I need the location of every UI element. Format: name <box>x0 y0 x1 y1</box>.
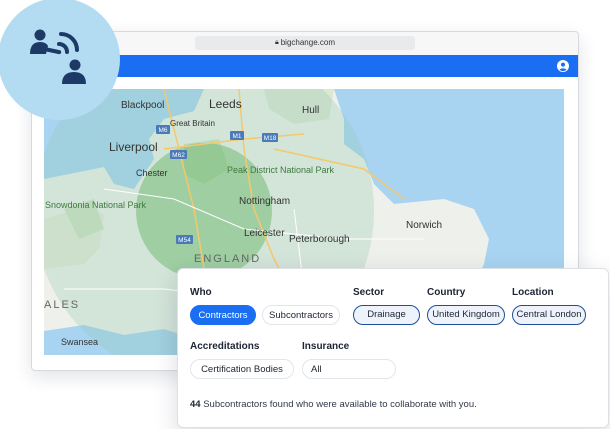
place-label: Great Britain <box>170 119 215 128</box>
country-label: Country <box>427 287 466 298</box>
url-text: bigchange.com <box>280 38 335 47</box>
url-bar[interactable]: 🔒︎ bigchange.com <box>195 36 415 50</box>
lock-icon: 🔒︎ <box>275 39 279 46</box>
place-label: Leeds <box>209 97 242 111</box>
sector-drainage-chip[interactable]: Drainage <box>353 305 420 325</box>
road-shield-label: M6 <box>158 127 167 134</box>
place-label: Peterborough <box>289 234 350 245</box>
place-label: Hull <box>302 105 319 116</box>
place-label: Norwich <box>406 220 442 231</box>
accreditations-label: Accreditations <box>190 341 260 352</box>
collaboration-badge <box>0 0 120 120</box>
user-account-icon[interactable] <box>557 60 569 72</box>
place-label: Leicester <box>244 228 285 239</box>
sector-label: Sector <box>353 287 385 298</box>
accreditations-chip[interactable]: Certification Bodies <box>190 359 294 379</box>
filter-panel: Who Contractors Subcontractors Sector Dr… <box>177 268 609 428</box>
who-contractors-chip[interactable]: Contractors <box>190 305 256 325</box>
place-label: Peak District National Park <box>227 165 335 175</box>
insurance-chip[interactable]: All <box>302 359 396 379</box>
location-label: Location <box>512 287 554 298</box>
insurance-label: Insurance <box>302 341 350 352</box>
country-uk-chip[interactable]: United Kingdom <box>427 305 505 325</box>
place-label: Nottingham <box>239 196 290 207</box>
place-label: Snowdonia National Park <box>45 200 147 210</box>
road-shield-label: M1 <box>232 133 241 140</box>
location-central-london-chip[interactable]: Central London <box>512 305 586 325</box>
road-shield-label: M18 <box>264 135 277 142</box>
who-label: Who <box>190 287 212 298</box>
contractors-collaboration-icon <box>30 29 86 84</box>
results-count: 44 <box>190 399 201 410</box>
place-label: Chester <box>136 168 168 178</box>
place-label: Liverpool <box>109 140 158 154</box>
place-label: ENGLAND <box>194 253 261 265</box>
who-subcontractors-chip[interactable]: Subcontractors <box>262 305 340 325</box>
road-shield-label: M54 <box>178 237 191 244</box>
results-text: Subcontractors found who were available … <box>203 399 477 410</box>
results-summary: 44 Subcontractors found who were availab… <box>190 399 477 410</box>
place-label: Blackpool <box>121 100 164 111</box>
road-shield-label: M62 <box>172 152 185 159</box>
place-label: ALES <box>44 299 80 311</box>
place-label: Swansea <box>61 337 98 347</box>
